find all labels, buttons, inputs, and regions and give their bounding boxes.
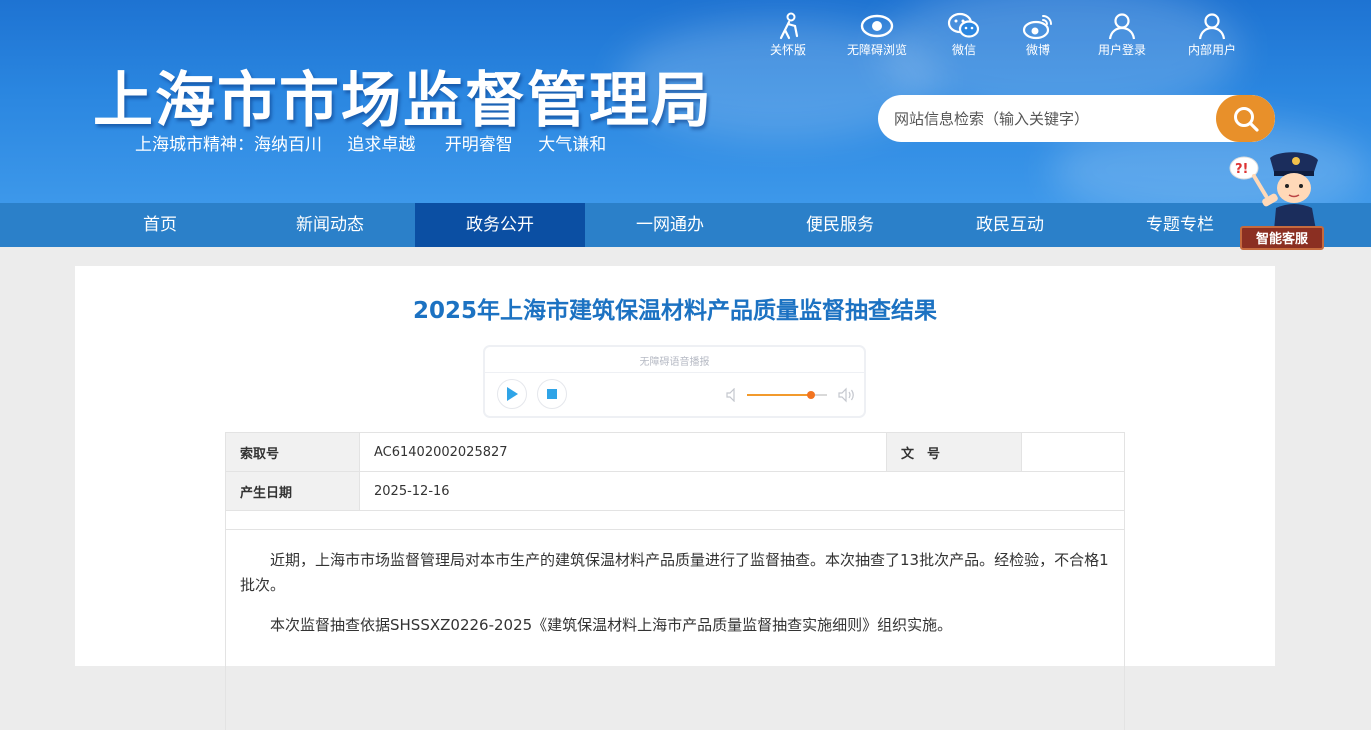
index-value: AC61402002025827 <box>359 432 887 472</box>
top-link-elderly-care[interactable]: 关怀版 <box>760 12 816 58</box>
article-paragraph: 近期，上海市市场监督管理局对本市生产的建筑保温材料产品质量进行了监督抽查。本次抽… <box>240 551 1109 594</box>
article-card: 2025年上海市建筑保温材料产品质量监督抽查结果 无障碍语音播报 索取号 AC6… <box>75 266 1275 730</box>
nav-item-online-services[interactable]: 一网通办 <box>585 203 755 247</box>
site-title[interactable]: 上海市市场监督管理局 <box>93 52 713 139</box>
top-link-label: 微博 <box>1025 43 1050 57</box>
top-link-wechat[interactable]: 微信 <box>936 12 992 58</box>
date-value: 2025-12-16 <box>359 471 1125 511</box>
top-link-accessibility[interactable]: 无障碍浏览 <box>838 12 916 58</box>
stop-icon <box>547 389 557 399</box>
nav-item-government-info[interactable]: 政务公开 <box>415 203 585 247</box>
volume-knob[interactable] <box>807 391 815 399</box>
player-caption: 无障碍语音播报 <box>639 357 710 368</box>
main-nav: 首页 新闻动态 政务公开 一网通办 便民服务 政民互动 专题专栏 <box>0 203 1371 247</box>
nav-item-public-services[interactable]: 便民服务 <box>755 203 925 247</box>
slogan-part: 大气谦和 <box>538 135 607 155</box>
eye-icon <box>860 14 894 38</box>
play-icon <box>507 387 518 401</box>
user-icon <box>1198 13 1226 40</box>
top-link-bar: 关怀版 无障碍浏览 微信 微博 用户登录 内部用户 <box>760 12 1242 58</box>
nav-item-home[interactable]: 首页 <box>75 203 245 247</box>
top-link-weibo[interactable]: 微博 <box>1010 12 1066 58</box>
nav-item-interaction[interactable]: 政民互动 <box>925 203 1095 247</box>
article-paragraph: 本次监督抽查依据SHSSXZ0226-2025《建筑保温材料上海市产品质量监督抽… <box>270 616 953 634</box>
table-row: 索取号 AC61402002025827 文 号 <box>225 432 1125 472</box>
article-title: 2025年上海市建筑保温材料产品质量监督抽查结果 <box>412 298 937 324</box>
table-row: 产生日期 2025-12-16 <box>225 471 1125 511</box>
divider <box>485 372 864 373</box>
slogan-part: 开明睿智 <box>444 135 513 155</box>
site-header: 上海市市场监督管理局 上海城市精神：海纳百川 追求卓越 开明睿智 大气谦和 关怀… <box>0 0 1371 203</box>
stop-button[interactable] <box>537 379 567 409</box>
search-button[interactable] <box>1216 95 1275 142</box>
volume-fill <box>747 394 811 396</box>
top-link-user-login[interactable]: 用户登录 <box>1092 12 1152 58</box>
volume-high-icon[interactable] <box>838 387 856 403</box>
search-input[interactable] <box>878 95 1216 142</box>
index-label: 索取号 <box>225 432 360 472</box>
search-icon <box>1233 106 1259 132</box>
police-mascot-icon: ?! <box>1229 152 1318 230</box>
city-slogan: 上海城市精神：海纳百川 追求卓越 开明睿智 大气谦和 <box>135 130 620 155</box>
volume-low-icon[interactable] <box>726 388 738 402</box>
table-spacer <box>225 510 1125 530</box>
top-link-label: 内部用户 <box>1187 43 1236 57</box>
slogan-part: 追求卓越 <box>347 135 416 155</box>
table-row <box>225 510 1125 530</box>
top-link-label: 关怀版 <box>769 43 806 57</box>
top-link-internal-user[interactable]: 内部用户 <box>1182 12 1242 58</box>
user-icon <box>1108 13 1136 40</box>
weibo-icon <box>1022 15 1052 40</box>
article-body: 近期，上海市市场监督管理局对本市生产的建筑保温材料产品质量进行了监督抽查。本次抽… <box>225 530 1125 730</box>
smart-assistant-label: 智能客服 <box>1240 226 1324 250</box>
wechat-icon <box>947 12 980 38</box>
volume-slider[interactable] <box>747 391 827 399</box>
site-search <box>878 95 1275 142</box>
elderly-care-icon <box>779 12 799 40</box>
date-label: 产生日期 <box>225 471 360 511</box>
play-button[interactable] <box>497 379 527 409</box>
doc-number-value <box>1021 432 1125 472</box>
doc-number-label: 文 号 <box>886 432 1022 472</box>
top-link-label: 用户登录 <box>1097 43 1146 57</box>
document-meta-table: 索取号 AC61402002025827 文 号 产生日期 2025-12-16 <box>225 432 1125 530</box>
top-link-label: 无障碍浏览 <box>846 43 907 57</box>
top-link-label: 微信 <box>951 43 976 57</box>
slogan-part: 上海城市精神：海纳百川 <box>135 135 322 155</box>
nav-item-news[interactable]: 新闻动态 <box>245 203 415 247</box>
smart-assistant[interactable]: ?! 智能客服 <box>1226 150 1326 254</box>
audio-player: 无障碍语音播报 <box>483 345 866 418</box>
svg-text:?!: ?! <box>1235 162 1248 177</box>
